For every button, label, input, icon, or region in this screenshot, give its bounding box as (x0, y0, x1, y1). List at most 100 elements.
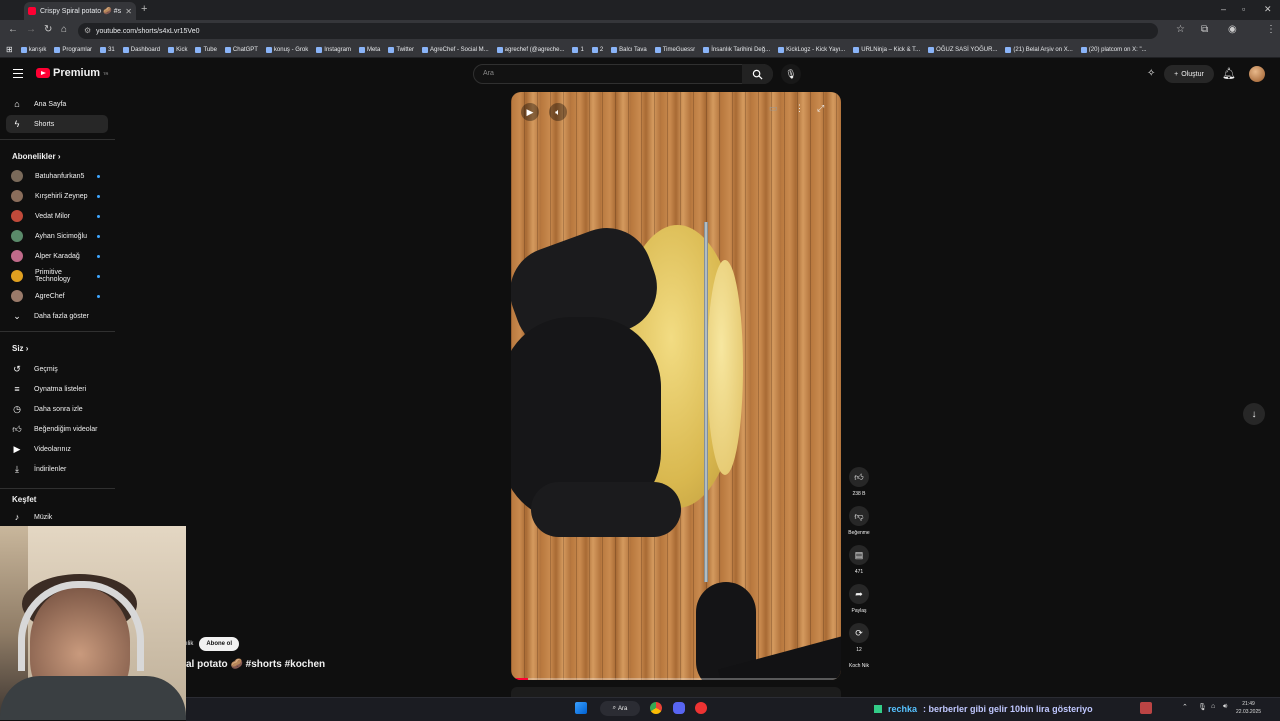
sidebar-item-subscription[interactable]: Batuhanfurkan5 (6, 167, 108, 185)
subscribe-button[interactable]: Abone ol (199, 637, 240, 651)
maximize-icon[interactable]: ▫ (1242, 4, 1245, 14)
sidebar-item-you[interactable]: ⤓ İndirilenler (6, 460, 108, 478)
bookmark-item[interactable]: konuş - Grok (265, 46, 308, 53)
tray-app-icon[interactable] (1140, 702, 1152, 714)
bookmark-item[interactable]: (21) Belal Arşiv on X... (1005, 46, 1073, 53)
short-video-player[interactable]: ▶ 🔈︎ ▭ ⋮ ⤢ (511, 92, 841, 680)
bookmark-item[interactable]: Tube (195, 46, 217, 53)
search-button[interactable] (742, 64, 773, 84)
dislike-action[interactable]: 👎︎ Beğenme (848, 506, 870, 536)
bookmark-item[interactable]: agrechef (@agreche... (496, 46, 564, 53)
account-avatar[interactable] (1249, 66, 1265, 82)
sidebar-item-subscription[interactable]: Ayhan Sicimoğlu (6, 227, 108, 245)
sidebar-item-you[interactable]: ≡ Oynatma listeleri (6, 380, 108, 398)
voice-search-button[interactable]: 🎙 (781, 64, 801, 84)
bookmark-item[interactable]: URLNinja – Kick & T... (853, 46, 920, 53)
share-action[interactable]: ➦ Paylaş (848, 584, 870, 614)
show-more-button[interactable]: ⌄ Daha fazla göster (6, 307, 108, 325)
progress-bar[interactable] (511, 678, 841, 680)
sound-action[interactable]: Koch Nik (848, 664, 870, 669)
network-icon[interactable]: ⌂ (1211, 703, 1215, 710)
bookmark-item[interactable]: ChatGPT (224, 46, 258, 53)
reload-icon[interactable]: ↻ (44, 24, 52, 35)
sidebar-item-home[interactable]: ⌂ Ana Sayfa (6, 95, 108, 113)
bookmark-item[interactable]: KickLogz - Kick Yayı... (778, 46, 845, 53)
hamburger-menu-icon[interactable] (13, 69, 23, 78)
sidebar-item-subscription[interactable]: AgreChef (6, 287, 108, 305)
bookmark-item[interactable]: Meta (358, 46, 380, 53)
sidebar-item-music[interactable]: ♪ Müzik (6, 508, 108, 526)
sidebar-item-you[interactable]: ◷ Daha sonra izle (6, 400, 108, 418)
bookmark-item[interactable]: Instagram (316, 46, 351, 53)
create-button[interactable]: + Oluştur (1164, 65, 1214, 83)
browser-tab[interactable]: Crispy Spiral potato 🥔 #shorts ✕ (24, 2, 136, 20)
browser-menu-icon[interactable]: ⋮ (1266, 24, 1276, 35)
close-tab-icon[interactable]: ✕ (125, 7, 132, 16)
bookmark-item[interactable]: İnsanlık Tarihini Değ... (703, 46, 770, 53)
more-options-icon[interactable]: ⋮ (795, 103, 804, 114)
search-input[interactable]: Ara (473, 64, 773, 84)
mic-tray-icon[interactable]: 🎙︎ (1198, 703, 1207, 711)
app-icon[interactable] (695, 702, 707, 714)
discord-icon[interactable] (673, 702, 685, 714)
profile-browser-icon[interactable]: ◉ (1228, 24, 1237, 35)
mute-button[interactable]: 🔈︎ (549, 103, 567, 121)
volume-tray-icon[interactable]: 🔊︎ (1223, 703, 1227, 711)
bookmark-item[interactable]: Dashboard (122, 46, 160, 53)
bookmark-item[interactable]: Kick (168, 46, 187, 53)
fullscreen-icon[interactable]: ⤢ (817, 103, 824, 114)
bookmark-item[interactable]: Balcı Tava (611, 46, 647, 53)
you-heading[interactable]: Siz › (12, 344, 28, 353)
comments-action[interactable]: ▤ 471 (848, 545, 870, 575)
bookmark-item[interactable]: 1 (572, 46, 584, 53)
bookmark-item[interactable]: (20) platcom on X: "... (1080, 46, 1147, 53)
forward-icon[interactable]: → (26, 24, 36, 35)
cast-icon[interactable]: ✧ (1147, 68, 1155, 79)
sidebar-item-you[interactable]: ▶ Videolarınız (6, 440, 108, 458)
comments-button[interactable]: ▤ (849, 545, 869, 565)
bookmark-item[interactable]: 2 (591, 46, 603, 53)
sidebar-item-subscription[interactable]: Kırşehirli Zeynep (6, 187, 108, 205)
bookmark-item[interactable]: Programlar (54, 46, 92, 53)
sidebar-item-subscription[interactable]: Alper Karadağ (6, 247, 108, 265)
sidebar-item-subscription[interactable]: Primitive Technology (6, 267, 108, 285)
captions-icon[interactable]: ▭ (769, 103, 778, 114)
close-window-icon[interactable]: ✕ (1264, 4, 1272, 15)
sidebar-item-you[interactable]: 👍︎ Beğendiğim videolar (6, 420, 108, 438)
minimize-icon[interactable]: – (1221, 4, 1226, 14)
sidebar-item-subscription[interactable]: Vedat Milor (6, 207, 108, 225)
subscriptions-heading[interactable]: Abonelikler › (12, 152, 60, 161)
back-icon[interactable]: ← (8, 24, 18, 35)
next-short-button[interactable]: ↓ (1243, 403, 1265, 425)
home-browser-icon[interactable]: ⌂ (61, 24, 67, 35)
next-short-preview[interactable] (511, 687, 841, 697)
like-action[interactable]: 👍︎ 238 B (848, 467, 870, 497)
bookmark-item[interactable]: AgreChef - Social M... (421, 46, 489, 53)
address-bar[interactable]: ⚙ youtube.com/shorts/s4xLvr15Ve0 (78, 23, 1158, 39)
tray-chevron-icon[interactable]: ⌃ (1182, 703, 1188, 711)
sidebar-item-you[interactable]: ↺ Geçmiş (6, 360, 108, 378)
bookmark-item[interactable]: OĞUZ SASİ YOĞUR... (928, 46, 997, 53)
new-tab-icon[interactable]: + (141, 3, 147, 15)
youtube-premium-logo[interactable]: Premium TR (36, 67, 108, 79)
extensions-icon[interactable]: ⧉ (1201, 24, 1208, 35)
bookmark-item[interactable]: 31 (100, 46, 115, 53)
share-button[interactable]: ➦ (849, 584, 869, 604)
like-button[interactable]: 👍︎ (849, 467, 869, 487)
bookmark-star-icon[interactable]: ☆ (1176, 24, 1185, 35)
bookmark-item[interactable]: karışık (20, 46, 46, 53)
channel-name[interactable]: ılik (186, 641, 193, 647)
site-info-icon[interactable]: ⚙ (84, 26, 91, 35)
bookmark-item[interactable]: Twitter (388, 46, 414, 53)
notifications-bell-icon[interactable]: 🔔︎ (1222, 67, 1236, 80)
apps-grid-icon[interactable]: ⊞ (6, 45, 13, 54)
bookmark-item[interactable]: TimeGuessr (654, 46, 695, 53)
windows-start-icon[interactable] (575, 702, 587, 714)
taskbar-search[interactable]: ⌕ Ara (600, 701, 640, 716)
taskbar-clock[interactable]: 21:49 22.03.2025 (1236, 700, 1261, 716)
play-button[interactable]: ▶ (521, 103, 539, 121)
sidebar-item-shorts[interactable]: ϟ Shorts (6, 115, 108, 133)
dislike-button[interactable]: 👎︎ (849, 506, 869, 526)
remix-button[interactable]: ⟳ (849, 623, 869, 643)
chrome-icon[interactable] (650, 702, 662, 714)
